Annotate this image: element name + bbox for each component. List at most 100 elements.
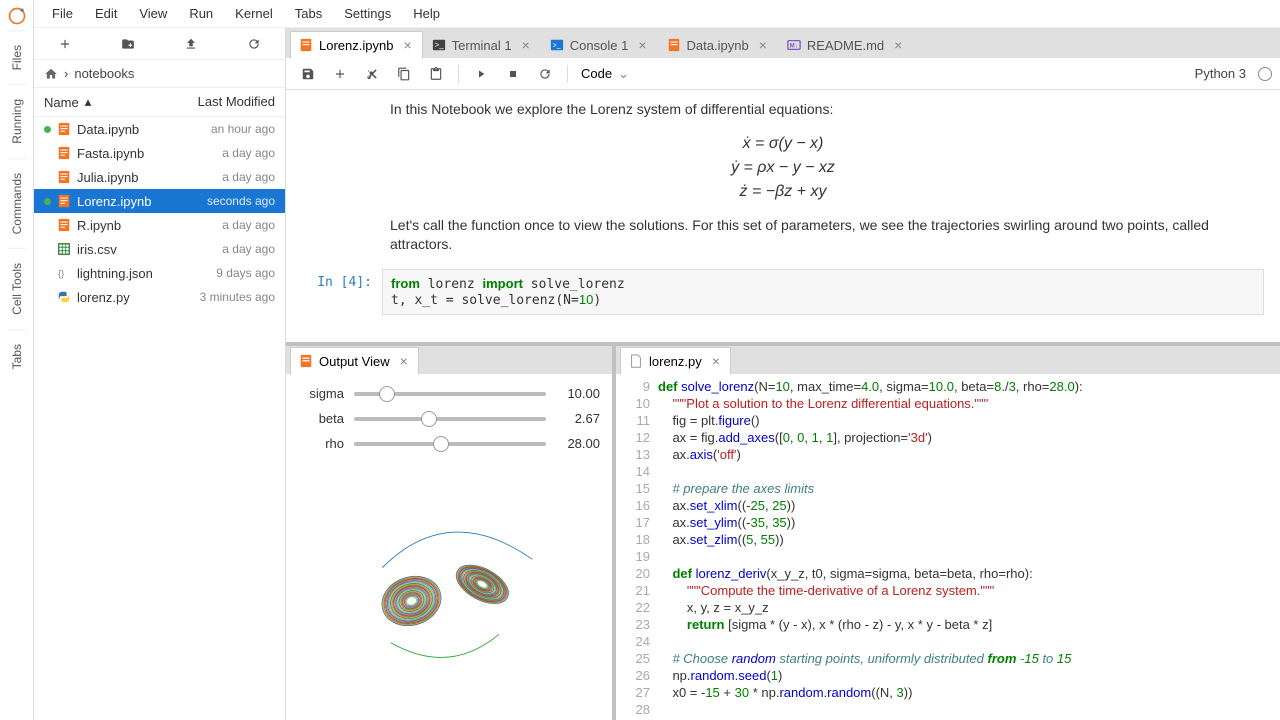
file-name: lightning.json: [77, 266, 153, 281]
notebook-content[interactable]: In this Notebook we explore the Lorenz s…: [286, 90, 1280, 342]
file-row[interactable]: Fasta.ipynb a day ago: [34, 141, 285, 165]
new-launcher-button[interactable]: [53, 32, 77, 56]
markdown-text: Let's call the function once to view the…: [390, 216, 1244, 255]
slider-input[interactable]: [354, 417, 546, 421]
tab-data-ipynb[interactable]: Data.ipynb×: [658, 31, 778, 58]
code-cell[interactable]: In [4]: from lorenz import solve_lorenz …: [302, 269, 1264, 315]
refresh-button[interactable]: [242, 32, 266, 56]
close-icon[interactable]: ×: [522, 37, 530, 53]
slider-input[interactable]: [354, 442, 546, 446]
code-editor[interactable]: 910111213141516171819202122232425262728 …: [616, 374, 1280, 720]
slider-rho: rho28.00: [298, 436, 600, 451]
file-name: R.ipynb: [77, 218, 121, 233]
tab-lorenz-ipynb[interactable]: Lorenz.ipynb×: [290, 31, 423, 59]
activity-tabs[interactable]: Tabs: [8, 329, 26, 383]
file-row[interactable]: Data.ipynb an hour ago: [34, 117, 285, 141]
file-row[interactable]: Julia.ipynba day ago: [34, 165, 285, 189]
file-modified: 9 days ago: [216, 266, 275, 280]
kernel-status-icon[interactable]: [1258, 67, 1272, 81]
file-name: Fasta.ipynb: [77, 146, 144, 161]
run-button[interactable]: [467, 62, 495, 86]
notebook-icon: [299, 354, 313, 368]
file-name: lorenz.py: [77, 290, 130, 305]
svg-text:>_: >_: [552, 43, 560, 50]
activity-cell-tools[interactable]: Cell Tools: [8, 248, 26, 329]
activity-commands[interactable]: Commands: [8, 158, 26, 248]
restart-button[interactable]: [531, 62, 559, 86]
cell-type-select[interactable]: Code: [576, 63, 634, 84]
tab-lorenz-py[interactable]: lorenz.py ×: [620, 347, 731, 375]
slider-beta: beta2.67: [298, 411, 600, 426]
close-icon[interactable]: ×: [712, 353, 720, 369]
running-indicator: [44, 126, 51, 133]
file-icon: [629, 354, 643, 368]
file-modified: a day ago: [222, 146, 275, 160]
file-modified: an hour ago: [211, 122, 275, 136]
home-icon: [44, 67, 58, 81]
breadcrumb[interactable]: › notebooks: [34, 60, 285, 88]
cell-prompt: In [4]:: [302, 269, 382, 315]
file-row[interactable]: Lorenz.ipynbseconds ago: [34, 189, 285, 213]
close-icon[interactable]: ×: [403, 37, 411, 53]
tab-console-1[interactable]: >_Console 1×: [541, 31, 658, 58]
slider-input[interactable]: [354, 392, 546, 396]
tab-terminal-1[interactable]: >_Terminal 1×: [423, 31, 541, 58]
activity-files[interactable]: Files: [8, 30, 26, 84]
close-icon[interactable]: ×: [400, 353, 408, 369]
tab-output-view[interactable]: Output View ×: [290, 347, 419, 375]
menu-kernel[interactable]: Kernel: [225, 2, 283, 25]
breadcrumb-item[interactable]: notebooks: [74, 66, 134, 81]
tab-readme-md[interactable]: M↓README.md×: [778, 31, 913, 58]
file-row[interactable]: R.ipynb a day ago: [34, 213, 285, 237]
menu-tabs[interactable]: Tabs: [285, 2, 332, 25]
close-icon[interactable]: ×: [759, 37, 767, 53]
menu-view[interactable]: View: [129, 2, 177, 25]
sort-up-icon: ▴: [85, 94, 92, 110]
output-view-content: sigma 10.00 beta2.67 rho28.00: [286, 374, 612, 720]
main-work-area: Lorenz.ipynb×>_Terminal 1×>_Console 1×Da…: [286, 28, 1280, 720]
jupyter-logo-icon: [7, 6, 27, 26]
interrupt-button[interactable]: [499, 62, 527, 86]
file-modified: a day ago: [222, 218, 275, 232]
lorenz-plot: [324, 471, 574, 681]
kernel-name[interactable]: Python 3: [1195, 66, 1246, 81]
copy-button[interactable]: [390, 62, 418, 86]
activity-bar: FilesRunningCommandsCell ToolsTabs: [0, 0, 34, 720]
code-content[interactable]: def solve_lorenz(N=10, max_time=4.0, sig…: [658, 378, 1280, 718]
slider-label: sigma: [298, 386, 344, 401]
svg-text:{}: {}: [58, 269, 65, 280]
file-list-header[interactable]: Name▴ Last Modified: [34, 88, 285, 117]
notebook-toolbar: Code Python 3: [286, 58, 1280, 90]
save-button[interactable]: [294, 62, 322, 86]
menubar: FileEditViewRunKernelTabsSettingsHelp: [34, 0, 1280, 28]
svg-text:>_: >_: [434, 41, 444, 50]
running-indicator: [44, 198, 51, 205]
menu-file[interactable]: File: [42, 2, 83, 25]
cell-input[interactable]: from lorenz import solve_lorenz t, x_t =…: [382, 269, 1264, 315]
line-gutter: 910111213141516171819202122232425262728: [616, 378, 658, 718]
upload-button[interactable]: [179, 32, 203, 56]
close-icon[interactable]: ×: [894, 37, 902, 53]
svg-text:M↓: M↓: [790, 43, 798, 50]
file-name: Data.ipynb: [77, 122, 139, 137]
markdown-text: In this Notebook we explore the Lorenz s…: [390, 100, 1244, 120]
editor-panel: lorenz.py × 9101112131415161718192021222…: [616, 346, 1280, 720]
slider-label: beta: [298, 411, 344, 426]
insert-cell-button[interactable]: [326, 62, 354, 86]
file-name: Julia.ipynb: [77, 170, 138, 185]
menu-edit[interactable]: Edit: [85, 2, 127, 25]
menu-help[interactable]: Help: [403, 2, 450, 25]
file-row[interactable]: lorenz.py3 minutes ago: [34, 285, 285, 309]
paste-button[interactable]: [422, 62, 450, 86]
file-row[interactable]: iris.csva day ago: [34, 237, 285, 261]
new-folder-button[interactable]: [116, 32, 140, 56]
slider-sigma: sigma 10.00: [298, 386, 600, 401]
close-icon[interactable]: ×: [638, 37, 646, 53]
menu-run[interactable]: Run: [179, 2, 223, 25]
menu-settings[interactable]: Settings: [334, 2, 401, 25]
slider-value: 10.00: [556, 386, 600, 401]
activity-running[interactable]: Running: [8, 84, 26, 158]
math-equations: ẋ = σ(y − x) ẏ = ρx − y − xz ż = −βz + x…: [302, 132, 1264, 204]
file-row[interactable]: {} lightning.json 9 days ago: [34, 261, 285, 285]
cut-button[interactable]: [358, 62, 386, 86]
